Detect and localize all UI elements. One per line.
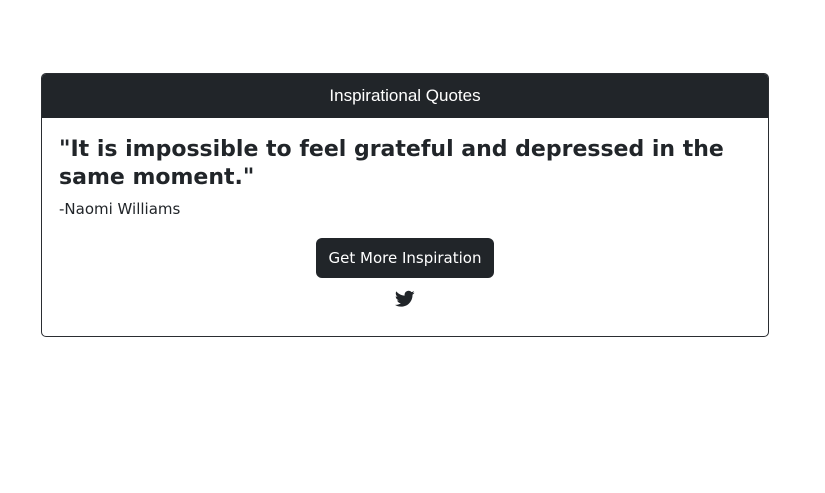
- card-body: "It is impossible to feel grateful and d…: [42, 118, 768, 308]
- get-more-inspiration-button[interactable]: Get More Inspiration: [315, 238, 495, 278]
- quote-text: "It is impossible to feel grateful and d…: [59, 137, 724, 190]
- card-header: Inspirational Quotes: [42, 74, 768, 118]
- twitter-icon[interactable]: [395, 290, 415, 308]
- quote-author: -Naomi Williams: [59, 200, 181, 218]
- quote-card: Inspirational Quotes "It is impossible t…: [41, 73, 769, 337]
- card-header-title: Inspirational Quotes: [329, 86, 481, 105]
- card-actions: Get More Inspiration: [59, 238, 751, 308]
